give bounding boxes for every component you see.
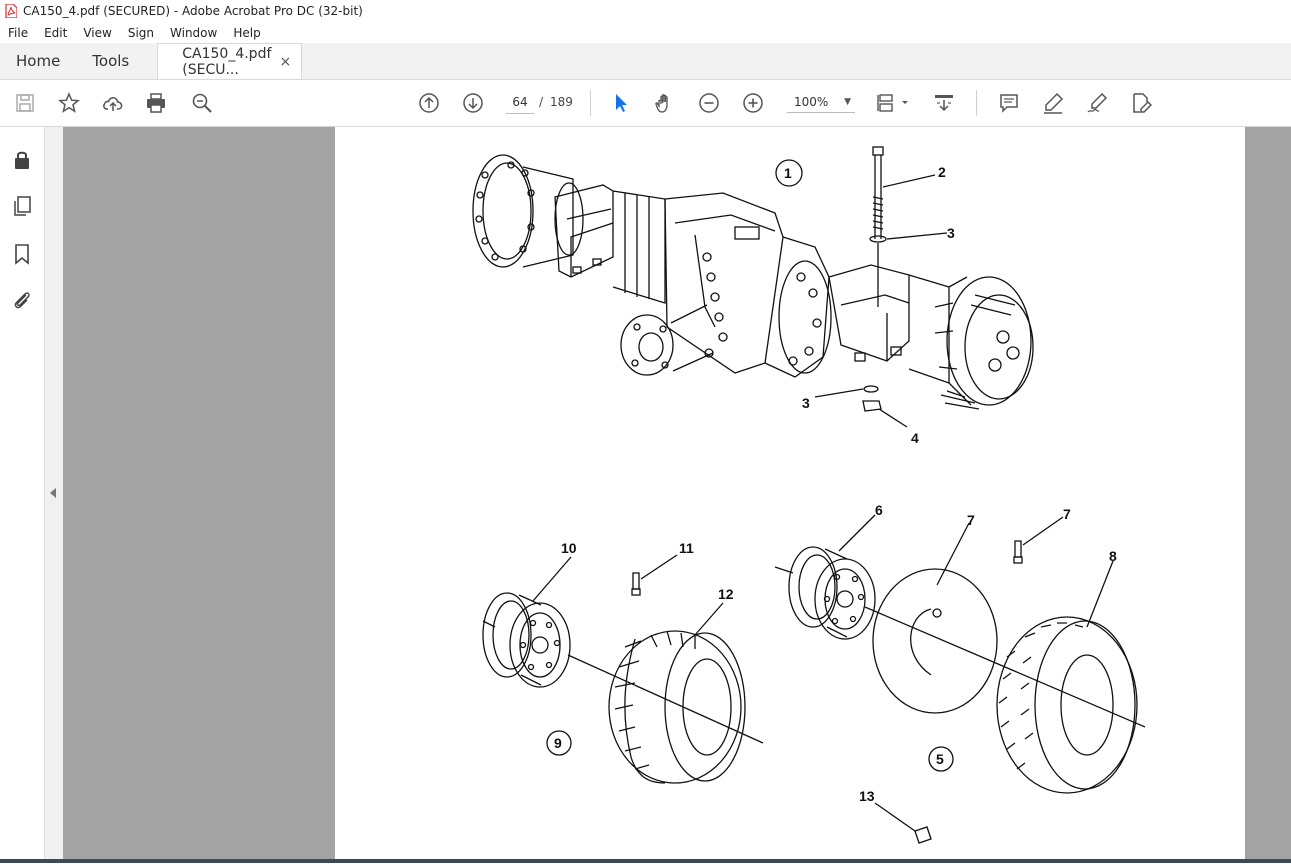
chevron-down-icon: ▼	[844, 96, 851, 107]
callout-label: 5	[936, 751, 944, 767]
bookmark-icon[interactable]	[10, 242, 34, 266]
zoom-level-select[interactable]: 100% ▼	[787, 91, 855, 113]
menu-help[interactable]: Help	[225, 26, 268, 40]
tab-home[interactable]: Home	[0, 43, 76, 79]
scroll-mode-icon[interactable]	[932, 91, 956, 115]
callout-label: 12	[718, 586, 734, 602]
page-separator: /	[539, 95, 544, 109]
title-bar: CA150_4.pdf (SECURED) - Adobe Acrobat Pr…	[0, 0, 1291, 22]
sign-icon[interactable]	[1085, 91, 1109, 115]
callout-label: 13	[859, 788, 875, 804]
select-cursor-icon[interactable]	[609, 91, 633, 115]
callout-label: 7	[967, 512, 975, 528]
menu-view[interactable]: View	[75, 26, 119, 40]
exploded-parts-diagram: 1 2 3 3 4 6 7 7 8 10 11 12 9 5 13	[472, 146, 1146, 844]
taskbar-edge	[0, 859, 1291, 863]
menu-edit[interactable]: Edit	[36, 26, 75, 40]
pdf-page: 1 2 3 3 4 6 7 7 8 10 11 12 9 5 13	[335, 127, 1245, 863]
callout-label: 1	[784, 165, 792, 181]
callout-label: 8	[1109, 548, 1117, 564]
page-number-input[interactable]: 64	[506, 91, 534, 114]
toolbar-divider	[590, 90, 591, 116]
highlight-icon[interactable]	[1041, 91, 1065, 115]
comment-icon[interactable]	[997, 91, 1021, 115]
callout-label: 2	[938, 164, 946, 180]
attachment-icon[interactable]	[10, 288, 34, 312]
menu-file[interactable]: File	[0, 26, 36, 40]
callout-label: 11	[679, 540, 694, 556]
callout-label: 4	[911, 430, 919, 446]
zoom-search-icon[interactable]	[190, 91, 214, 115]
window-title: CA150_4.pdf (SECURED) - Adobe Acrobat Pr…	[23, 4, 363, 18]
tab-bar: Home Tools CA150_4.pdf (SECU... ×	[0, 43, 1291, 80]
zoom-out-icon[interactable]	[697, 91, 721, 115]
edit-pdf-icon[interactable]	[1129, 91, 1153, 115]
zoom-in-icon[interactable]	[741, 91, 765, 115]
callout-label: 7	[1063, 506, 1071, 522]
tab-document[interactable]: CA150_4.pdf (SECU... ×	[157, 43, 303, 79]
side-panel-toggle[interactable]	[45, 127, 63, 863]
menu-sign[interactable]: Sign	[120, 26, 162, 40]
callout-label: 10	[561, 540, 577, 556]
page-fit-icon[interactable]	[877, 91, 911, 115]
callout-label: 3	[947, 225, 955, 241]
chevron-left-icon	[50, 488, 56, 498]
page-total: 189	[550, 95, 573, 109]
close-tab-icon[interactable]: ×	[280, 54, 292, 70]
menu-window[interactable]: Window	[162, 26, 225, 40]
pdf-file-icon	[5, 4, 17, 18]
bookmark-star-icon[interactable]	[57, 91, 81, 115]
page-up-icon[interactable]	[417, 91, 441, 115]
callout-label: 3	[802, 395, 810, 411]
page-down-icon[interactable]	[461, 91, 485, 115]
save-icon[interactable]	[13, 91, 37, 115]
tab-home-label: Home	[16, 52, 61, 70]
callout-label: 6	[875, 502, 883, 518]
callout-label: 9	[554, 735, 562, 751]
tab-tools-label: Tools	[92, 52, 130, 70]
document-area-right	[1245, 127, 1291, 863]
tab-tools[interactable]: Tools	[76, 43, 145, 79]
toolbar-divider	[976, 90, 977, 116]
lock-icon[interactable]	[10, 148, 34, 172]
upload-cloud-icon[interactable]	[101, 91, 125, 115]
pages-icon[interactable]	[10, 194, 34, 218]
menu-bar: File Edit View Sign Window Help	[0, 22, 1291, 43]
hand-icon[interactable]	[653, 91, 677, 115]
zoom-level-value: 100%	[794, 94, 829, 109]
tab-document-label: CA150_4.pdf (SECU...	[182, 45, 272, 78]
print-icon[interactable]	[144, 91, 168, 115]
left-navigation-rail	[0, 127, 45, 863]
